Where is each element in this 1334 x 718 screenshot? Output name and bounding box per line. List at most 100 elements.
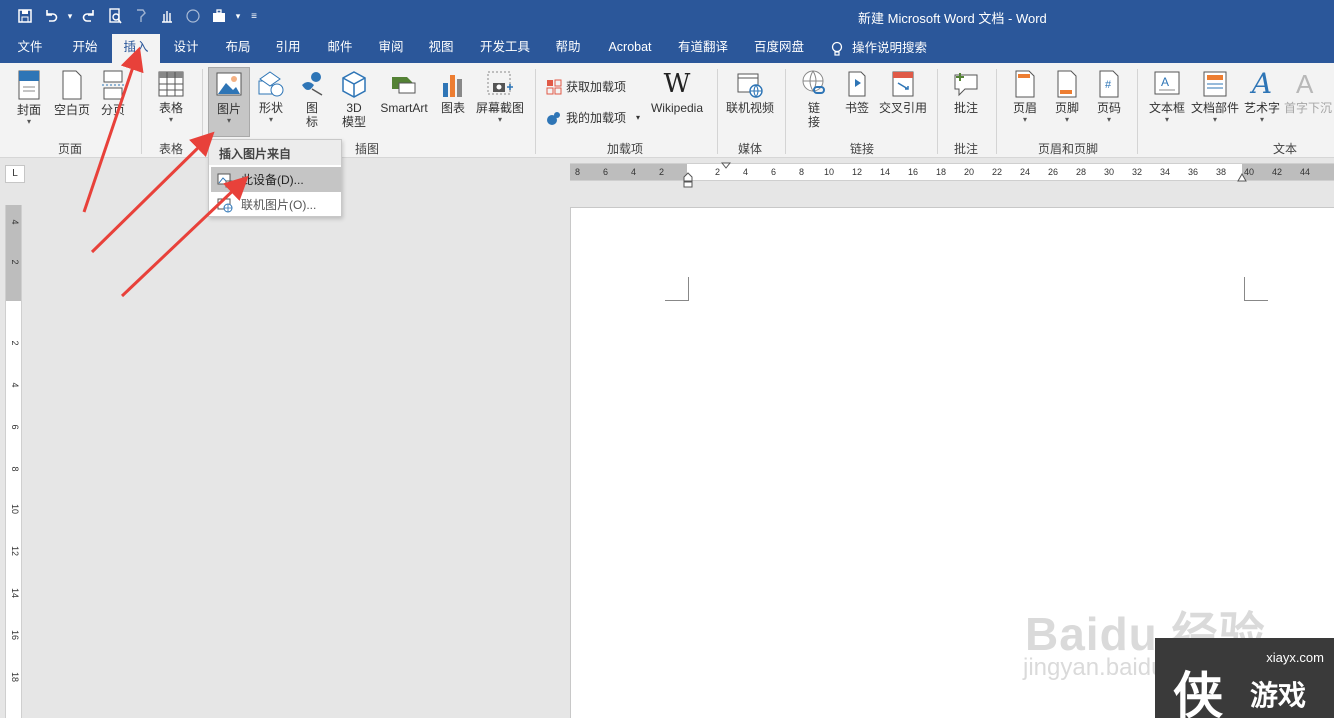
crop-mark-right xyxy=(1244,277,1268,301)
table-button[interactable]: 表格 ▾ xyxy=(150,69,192,125)
picture-button[interactable]: 图片 ▾ xyxy=(208,67,250,137)
tab-baidu-netdisk[interactable]: 百度网盘 xyxy=(746,34,812,63)
tell-me-search[interactable]: 操作说明搜索 xyxy=(830,34,927,63)
header-dropdown-icon: ▾ xyxy=(1022,115,1027,124)
header-button[interactable]: 页眉 ▾ xyxy=(1006,69,1044,125)
comment-button[interactable]: 批注 xyxy=(946,69,986,115)
textbox-button[interactable]: A 文本框 ▾ xyxy=(1146,69,1188,125)
redo-icon[interactable] xyxy=(78,5,100,27)
wordart-button[interactable]: A 艺术字 ▾ xyxy=(1242,69,1282,125)
my-addins-button[interactable]: 我的加载项 ▾ xyxy=(546,109,640,126)
undo-dropdown-icon[interactable]: ▾ xyxy=(66,5,74,27)
horizontal-ruler[interactable]: 8 6 4 2 2 4 6 8 10 12 14 16 18 20 22 24 … xyxy=(570,162,1334,188)
footer-label: 页脚 xyxy=(1054,101,1079,115)
ruler-right-margin xyxy=(1242,164,1334,180)
screenshot-icon xyxy=(487,71,513,95)
tab-view[interactable]: 视图 xyxy=(419,34,463,63)
ruler-tick: 18 xyxy=(10,671,20,682)
menu-item-this-device[interactable]: 此设备(D)... xyxy=(211,167,341,192)
blank-page-icon xyxy=(62,70,82,100)
screenshot-button[interactable]: 屏幕截图 ▾ xyxy=(474,69,526,125)
site-url: xiayx.com xyxy=(1266,650,1324,665)
page-number-label: 页码 xyxy=(1096,101,1121,115)
tab-file[interactable]: 文件 xyxy=(10,34,50,63)
customize-icon[interactable]: ≡ xyxy=(246,5,262,27)
cross-reference-button[interactable]: 交叉引用 xyxy=(878,69,928,115)
separator xyxy=(535,69,536,154)
cover-page-button[interactable]: 封面 ▾ xyxy=(10,69,48,127)
tab-help[interactable]: 帮助 xyxy=(546,34,590,63)
group-illustrations-label: 插图 xyxy=(354,142,379,156)
get-addins-button[interactable]: 获取加载项 xyxy=(546,78,626,95)
menu-header: 插入图片来自 xyxy=(209,140,341,165)
group-media-label: 媒体 xyxy=(737,142,762,156)
save-icon[interactable] xyxy=(14,5,36,27)
tab-youdao[interactable]: 有道翻译 xyxy=(672,34,734,63)
ruler-tick: 32 xyxy=(1132,167,1143,177)
format-painter-icon[interactable] xyxy=(130,5,152,27)
icons-label-2: 标 xyxy=(305,115,318,129)
link-button[interactable]: 链 接 xyxy=(796,69,832,129)
undo-icon[interactable] xyxy=(40,5,62,27)
site-logo-text: 游戏 xyxy=(1250,679,1307,712)
vertical-ruler[interactable]: 4 2 2 4 6 8 10 12 14 16 18 xyxy=(5,205,22,718)
footer-icon xyxy=(1057,70,1077,98)
ruler-tick: 16 xyxy=(10,629,20,640)
group-text-label: 文本 xyxy=(1272,142,1297,156)
shapes-dropdown-icon: ▾ xyxy=(268,115,273,124)
chart-button[interactable]: 图表 xyxy=(437,69,469,115)
touch-mode-icon[interactable] xyxy=(156,5,178,27)
page-number-icon: # xyxy=(1099,70,1119,98)
tab-home[interactable]: 开始 xyxy=(62,34,108,63)
bookmark-button[interactable]: 书签 xyxy=(840,69,874,115)
tab-references[interactable]: 引用 xyxy=(266,34,310,63)
ruler-tick: 8 xyxy=(575,167,581,177)
link-label-1: 链 xyxy=(807,101,820,115)
drop-cap-button[interactable]: A 首字下沉 xyxy=(1284,69,1334,115)
ruler-tick: 2 xyxy=(10,340,20,346)
tab-insert[interactable]: 插入 xyxy=(112,34,160,63)
wikipedia-button[interactable]: W Wikipedia xyxy=(644,69,710,115)
blank-page-button[interactable]: 空白页 xyxy=(52,69,92,117)
shapes-button[interactable]: 形状 ▾ xyxy=(252,69,290,125)
tab-layout[interactable]: 布局 xyxy=(216,34,260,63)
right-indent-marker-icon[interactable] xyxy=(1237,172,1247,182)
page-number-button[interactable]: # 页码 ▾ xyxy=(1090,69,1128,125)
briefcase-dropdown-icon[interactable]: ▾ xyxy=(234,5,242,27)
ruler-tick: 4 xyxy=(10,382,20,388)
ruler-tick: 44 xyxy=(1300,167,1311,177)
title-bar: ▾ ▾ ≡ 新建 Microsoft Word 文档 - Word xyxy=(0,0,1334,34)
ruler-tick: 6 xyxy=(771,167,777,177)
smartart-button[interactable]: SmartArt xyxy=(377,69,431,115)
quick-parts-button[interactable]: 文档部件 ▾ xyxy=(1190,69,1240,125)
ruler-tick: 4 xyxy=(743,167,749,177)
picture-source-menu: 插入图片来自 此设备(D)... 联机图片(O)... xyxy=(208,139,342,217)
ribbon-insert: 封面 ▾ 空白页 分页 页面 表格 ▾ 表格 图片 ▾ 形状 ▾ 图 标 3D … xyxy=(0,63,1334,158)
tab-acrobat[interactable]: Acrobat xyxy=(598,34,662,63)
tab-mailings[interactable]: 邮件 xyxy=(318,34,362,63)
ruler-tick: 10 xyxy=(10,503,20,514)
print-preview-icon[interactable] xyxy=(104,5,126,27)
ruler-tick: 26 xyxy=(1048,167,1059,177)
ruler-left-margin xyxy=(570,164,687,180)
menu-item-online-pictures[interactable]: 联机图片(O)... xyxy=(211,192,341,217)
textbox-dropdown-icon: ▾ xyxy=(1164,115,1169,124)
group-addins-label: 加载项 xyxy=(606,142,643,156)
3d-models-button[interactable]: 3D 模型 xyxy=(336,69,372,129)
first-line-indent-marker-icon[interactable] xyxy=(721,162,731,170)
tab-developer[interactable]: 开发工具 xyxy=(474,34,536,63)
left-indent-marker-icon[interactable] xyxy=(683,172,693,188)
online-video-button[interactable]: 联机视频 xyxy=(724,69,776,115)
3d-models-label-1: 3D xyxy=(346,101,362,115)
icons-button[interactable]: 图 标 xyxy=(296,69,328,129)
footer-button[interactable]: 页脚 ▾ xyxy=(1048,69,1086,125)
circle-icon[interactable] xyxy=(182,5,204,27)
chart-label: 图表 xyxy=(440,101,465,115)
comment-icon xyxy=(954,73,978,97)
briefcase-icon[interactable] xyxy=(208,5,230,27)
tab-selector[interactable]: L xyxy=(5,165,25,183)
page-number-dropdown-icon: ▾ xyxy=(1106,115,1111,124)
tab-review[interactable]: 审阅 xyxy=(369,34,413,63)
tab-design[interactable]: 设计 xyxy=(164,34,208,63)
page-break-button[interactable]: 分页 xyxy=(96,69,130,117)
